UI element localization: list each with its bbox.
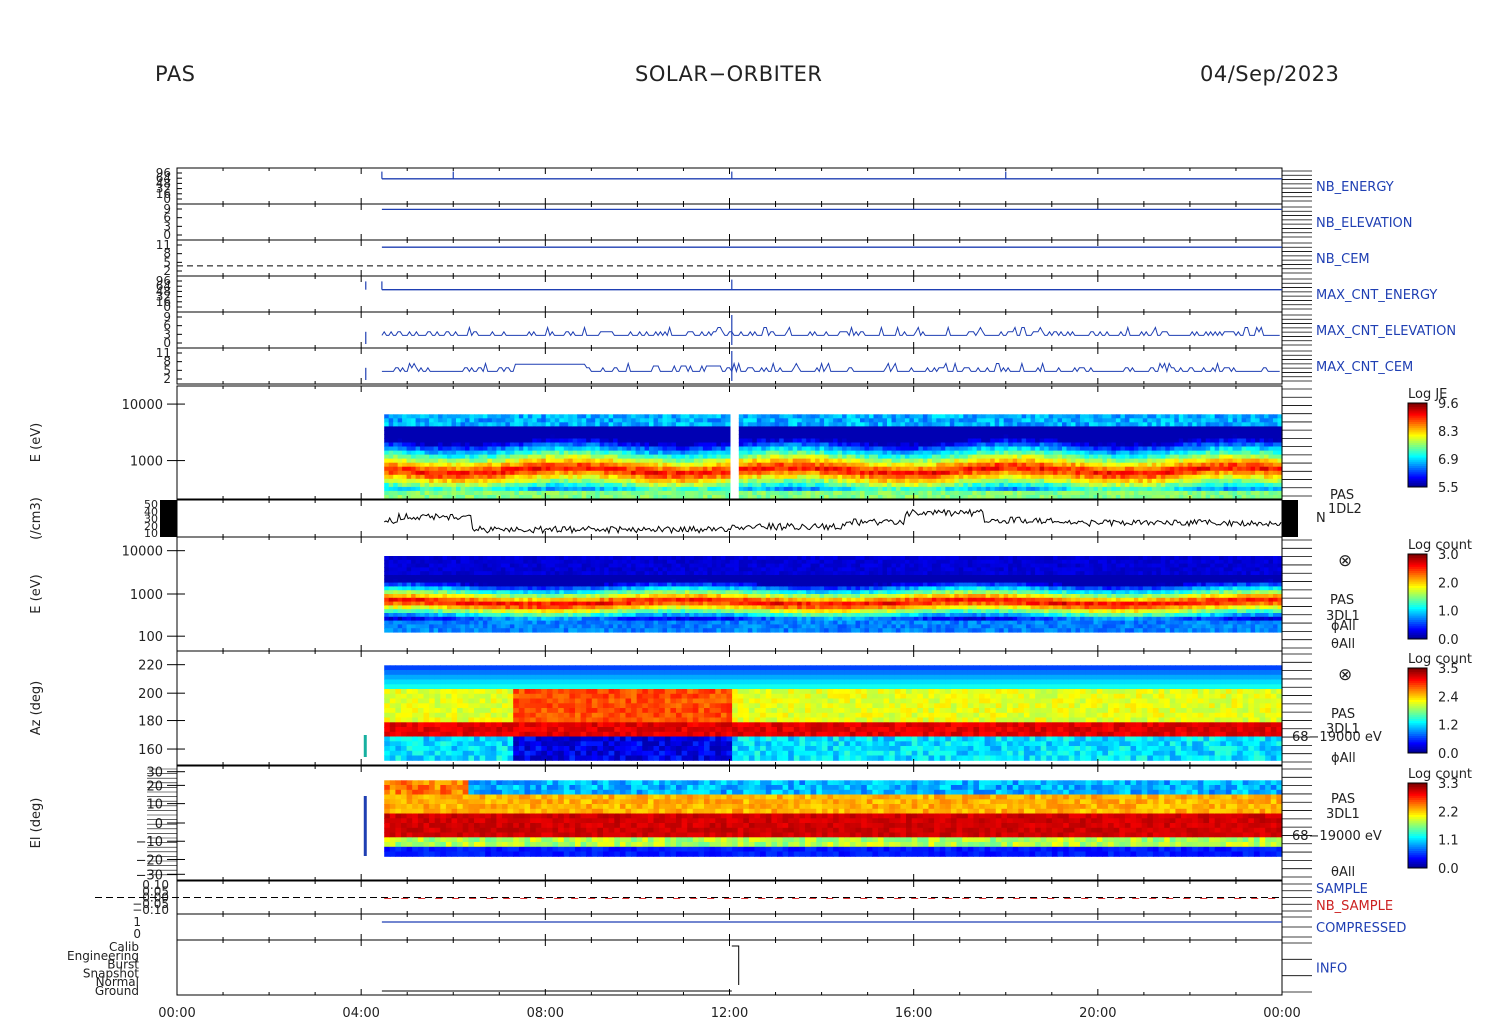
spectrogram-energy_je (384, 414, 1283, 500)
x-tick-label: 08:00 (527, 1006, 564, 1020)
colorbar-tick: 2.0 (1438, 576, 1459, 591)
colorbar-tick: 5.5 (1438, 481, 1459, 496)
azimuth-start-bar (363, 735, 367, 757)
panel-label: PAS (1330, 593, 1354, 608)
colorbar-tick: 0.0 (1438, 862, 1459, 877)
colorbar-tick: 0.0 (1438, 633, 1459, 648)
colorbar-tick: 2.4 (1438, 690, 1459, 705)
panel-label: N (1316, 511, 1326, 526)
trace (381, 361, 1280, 374)
panel-density (176, 499, 1283, 538)
colorbar-tick: 2.2 (1438, 805, 1459, 820)
panel-label: θAll (1331, 637, 1355, 652)
x-tick-label: 16:00 (895, 1006, 932, 1020)
colorbar-energy_count (1407, 553, 1428, 640)
panel-label: ϕAll (1331, 619, 1356, 634)
panel-nb_energy (176, 167, 1283, 205)
y-tick-label: 2 (163, 372, 171, 386)
panel-nb_elevation (176, 203, 1283, 241)
spectrogram-azimuth (384, 665, 1283, 761)
y-tick-label: 180 (138, 715, 163, 730)
panel-label: MAX_CNT_CEM (1316, 360, 1413, 375)
info-spike (731, 945, 740, 985)
panel-max_cnt_energy (176, 275, 1283, 313)
colorbar-tick: 1.0 (1438, 605, 1459, 620)
colorbar-tick: 8.3 (1438, 425, 1459, 440)
y-tick-label: 10 (144, 527, 158, 540)
panel-label: 68−19000 eV (1292, 829, 1382, 844)
colorbar-tick: 1.2 (1438, 719, 1459, 734)
panel-label: 68−19000 eV (1292, 730, 1382, 745)
panel-label: 1DL2 (1328, 502, 1362, 517)
colorbar-azimuth (1407, 667, 1428, 754)
colorbar-tick: 9.6 (1438, 397, 1459, 412)
pas-summary-plot: 00:00 04:00 08:00 12:00 16:00 20:00 00:0096644… (29, 166, 1472, 1020)
panel-label: ⊗ (1338, 551, 1352, 571)
y-tick-label: Ground (95, 984, 139, 998)
density-right-block (1282, 500, 1298, 537)
colorbar-tick: 0.0 (1438, 747, 1459, 762)
colorbar-tick: 1.1 (1438, 834, 1459, 849)
panel-label: 3DL1 (1326, 807, 1360, 822)
panel-label: NB_ENERGY (1316, 180, 1394, 195)
y-axis-label: Az (deg) (29, 681, 44, 736)
panel-max_cnt_elevation (176, 311, 1283, 349)
panel-label: MAX_CNT_ELEVATION (1316, 324, 1456, 339)
colorbar-tick: 3.5 (1438, 662, 1459, 677)
spectrogram-elevation (384, 780, 1283, 857)
colorbar-tick: 6.9 (1438, 453, 1459, 468)
panel-label: MAX_CNT_ENERGY (1316, 288, 1437, 303)
density-trace (383, 508, 1282, 535)
colorbar-tick: 3.0 (1438, 548, 1459, 563)
panel-label: COMPRESSED (1316, 921, 1406, 936)
density-left-block (160, 500, 177, 537)
y-tick-label: 10000 (122, 398, 163, 413)
y-tick-label: 220 (138, 659, 163, 674)
elevation-start-bar (363, 796, 367, 856)
panel-label: PAS (1330, 488, 1354, 503)
panel-label: NB_CEM (1316, 252, 1370, 267)
y-tick-label: 0 (133, 927, 141, 941)
panel-label: NB_SAMPLE (1316, 899, 1393, 914)
y-tick-label: 1000 (130, 455, 163, 470)
panel-label: SAMPLE (1316, 882, 1368, 897)
panel-nb_cem (176, 239, 1283, 277)
panel-label: PAS (1331, 792, 1355, 807)
spectrogram-energy_count (384, 556, 1283, 633)
panel-label: θAll (1331, 865, 1355, 880)
y-tick-label: 1000 (130, 588, 163, 603)
y-tick-label: 200 (138, 687, 163, 702)
panel-frame (176, 939, 1283, 996)
y-axis-label: E (eV) (29, 423, 44, 462)
colorbar-energy_je (1407, 402, 1428, 488)
trace (381, 325, 1280, 337)
y-axis-label: E (eV) (29, 574, 44, 613)
x-tick-label: 04:00 (342, 1006, 379, 1020)
panel-label: INFO (1316, 962, 1347, 977)
x-tick-label: 00:00 (158, 1006, 195, 1020)
panel-compressed (176, 913, 1283, 941)
x-tick-label: 00:00 (1263, 1006, 1300, 1020)
panel-label: NB_ELEVATION (1316, 216, 1413, 231)
x-tick-label: 12:00 (711, 1006, 748, 1020)
y-tick-label: 160 (138, 743, 163, 758)
y-tick-label: 10000 (122, 545, 163, 560)
colorbar-elevation (1407, 782, 1428, 869)
y-tick-label: 100 (138, 630, 163, 645)
colorbar-tick: 3.3 (1438, 777, 1459, 792)
panel-label: ⊗ (1338, 665, 1352, 685)
panel-label: ϕAll (1331, 751, 1356, 766)
y-axis-label: El (deg) (29, 798, 44, 849)
panel-max_cnt_cem (176, 347, 1283, 385)
panel-info (176, 939, 1283, 996)
y-axis-label: (/cm3) (29, 497, 44, 540)
x-tick-label: 20:00 (1079, 1006, 1116, 1020)
panel-label: PAS (1331, 707, 1355, 722)
